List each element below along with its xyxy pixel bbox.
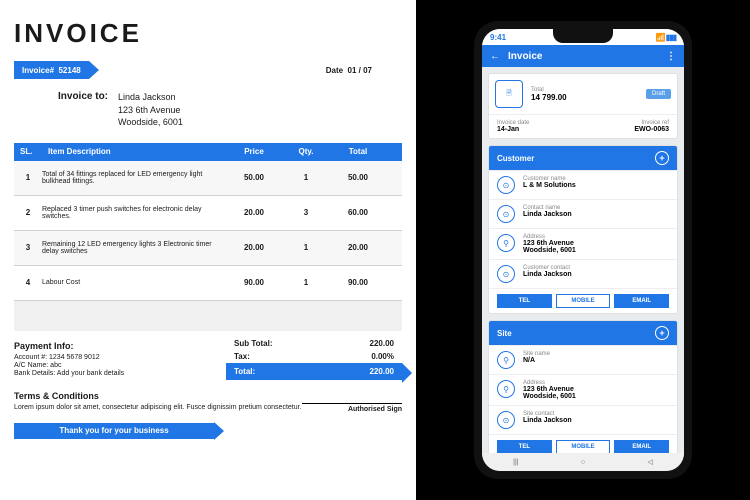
contact-name: Linda Jackson — [523, 211, 572, 218]
invoice-to: Invoice to: Linda Jackson 123 6th Avenue… — [58, 91, 402, 129]
invoice-number-label: Invoice# — [22, 66, 54, 75]
invoice-date: 14-Jan — [497, 126, 583, 133]
invoice-ref: EWO-0063 — [583, 126, 669, 133]
person-icon: ⊙ — [497, 411, 515, 429]
menu-icon[interactable]: ⋮ — [666, 51, 676, 62]
subtotal-label: Sub Total: — [234, 339, 370, 348]
invoice-header-bar: Invoice# 52148 Date 01 / 07 — [14, 61, 402, 79]
document-icon: 🗎 — [495, 80, 523, 108]
customer-address: 123 6th Avenue Woodside, 6001 — [523, 240, 576, 254]
tax: 0.00% — [371, 352, 394, 361]
date-value: 01 / 07 — [348, 66, 372, 75]
nav-back-icon[interactable]: ◁ — [647, 458, 652, 466]
status-time: 9:41 — [490, 33, 506, 42]
col-price: Price — [228, 147, 280, 156]
total-value: 14 799.00 — [531, 93, 567, 102]
table-row: 3Remaining 12 LED emergency lights 3 Ele… — [14, 231, 402, 266]
terms-header: Terms & Conditions — [14, 391, 402, 401]
col-total: Total — [332, 147, 384, 156]
site-address: 123 6th Avenue Woodside, 6001 — [523, 386, 576, 400]
phone-frame: 9:41 📶 ▮▮▮ ← Invoice ⋮ 🗎 Total 14 799.00 — [474, 21, 692, 479]
site-contact: Linda Jackson — [523, 417, 572, 424]
nav-recent-icon[interactable]: ||| — [513, 459, 518, 466]
add-site-icon[interactable]: + — [655, 326, 669, 340]
tax-label: Tax: — [234, 352, 371, 361]
total-label: Total: — [234, 367, 370, 376]
android-navbar: ||| ○ ◁ — [482, 453, 684, 471]
draft-badge: Draft — [646, 89, 671, 99]
tel-button[interactable]: TEL — [497, 294, 552, 308]
invoice-document: INVOICE Invoice# 52148 Date 01 / 07 Invo… — [0, 0, 416, 500]
mobile-button[interactable]: MOBILE — [556, 294, 611, 308]
table-row: 1Total of 34 fittings replaced for LED e… — [14, 161, 402, 196]
table-row: 4Labour Cost90.00190.00 — [14, 266, 402, 301]
bill-to-addr1: 123 6th Avenue — [118, 104, 183, 117]
empty-row — [14, 301, 402, 331]
thank-you-bar: Thank you for your business — [14, 423, 214, 439]
pin-icon: ⚲ — [497, 234, 515, 252]
table-row: 2Replaced 3 timer push switches for elec… — [14, 196, 402, 231]
customer-header: Customer — [497, 154, 534, 163]
site-card: Site+ ⚲Site nameN/A ⚲Address123 6th Aven… — [488, 320, 678, 453]
mobile-button[interactable]: MOBILE — [556, 440, 611, 453]
bill-to-name: Linda Jackson — [118, 91, 183, 104]
col-qty: Qty. — [280, 147, 332, 156]
customer-contact: Linda Jackson — [523, 271, 572, 278]
invoice-to-label: Invoice to: — [58, 91, 108, 129]
phone-preview-area: 9:41 📶 ▮▮▮ ← Invoice ⋮ 🗎 Total 14 799.00 — [416, 0, 750, 500]
document-title: INVOICE — [14, 18, 402, 49]
customer-name: L & M Solutions — [523, 182, 576, 189]
app-bar: ← Invoice ⋮ — [482, 45, 684, 67]
signature-line: Authorised Sign — [302, 403, 402, 413]
person-icon: ⊙ — [497, 205, 515, 223]
person-icon: ⊙ — [497, 176, 515, 194]
site-header: Site — [497, 329, 512, 338]
total: 220.00 — [370, 367, 394, 376]
app-title: Invoice — [508, 51, 542, 62]
date-label: Date — [326, 66, 343, 75]
table-header: SL. Item Description Price Qty. Total — [14, 143, 402, 161]
tel-button[interactable]: TEL — [497, 440, 552, 453]
total-card: 🗎 Total 14 799.00 Draft Invoice date14-J… — [488, 73, 678, 139]
nav-home-icon[interactable]: ○ — [581, 459, 585, 466]
customer-card: Customer+ ⊙Customer nameL & M Solutions … — [488, 145, 678, 314]
pin-icon: ⚲ — [497, 380, 515, 398]
invoice-number: 52148 — [58, 66, 80, 75]
pin-icon: ⚲ — [497, 351, 515, 369]
add-customer-icon[interactable]: + — [655, 151, 669, 165]
subtotal: 220.00 — [370, 339, 394, 348]
back-icon[interactable]: ← — [490, 51, 500, 62]
person-icon: ⊙ — [497, 265, 515, 283]
email-button[interactable]: EMAIL — [614, 440, 669, 453]
status-icons: 📶 ▮▮▮ — [656, 33, 676, 42]
site-name: N/A — [523, 357, 550, 364]
email-button[interactable]: EMAIL — [614, 294, 669, 308]
col-desc: Item Description — [48, 147, 228, 156]
bill-to-addr2: Woodside, 6001 — [118, 116, 183, 129]
col-sl: SL. — [14, 147, 48, 156]
